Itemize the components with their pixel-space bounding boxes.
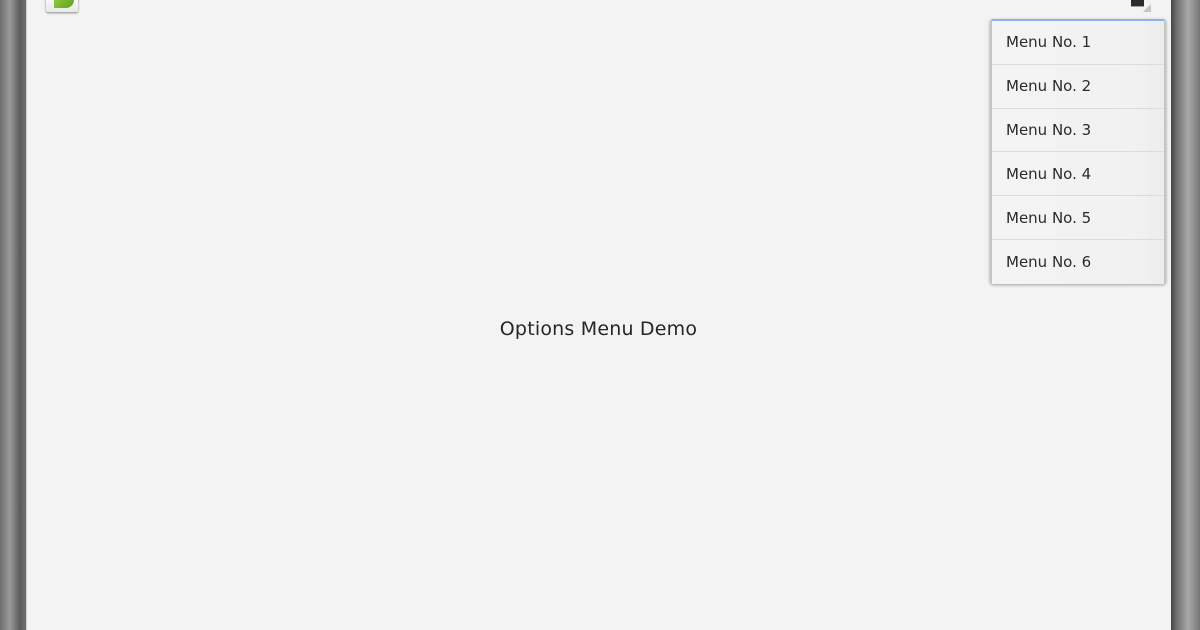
menu-item-6[interactable]: Menu No. 6 <box>992 239 1164 284</box>
overflow-menu-icon[interactable] <box>1131 0 1151 12</box>
options-menu-popup: Menu No. 1 Menu No. 2 Menu No. 3 Menu No… <box>990 19 1166 284</box>
page-title: Options Menu Demo <box>499 318 698 340</box>
menu-item-4[interactable]: Menu No. 4 <box>992 152 1164 197</box>
android-app-icon[interactable] <box>46 0 78 12</box>
menu-item-5[interactable]: Menu No. 5 <box>992 196 1164 240</box>
menu-item-3[interactable]: Menu No. 3 <box>992 108 1164 153</box>
menu-item-1[interactable]: Menu No. 1 <box>992 21 1164 65</box>
app-icon-graphic <box>54 0 74 8</box>
menu-item-2[interactable]: Menu No. 2 <box>992 64 1164 109</box>
overflow-icon-corner <box>1143 4 1151 12</box>
app-screen: Menu No. 1 Menu No. 2 Menu No. 3 Menu No… <box>26 0 1171 630</box>
device-frame-right-edge <box>1170 0 1200 630</box>
